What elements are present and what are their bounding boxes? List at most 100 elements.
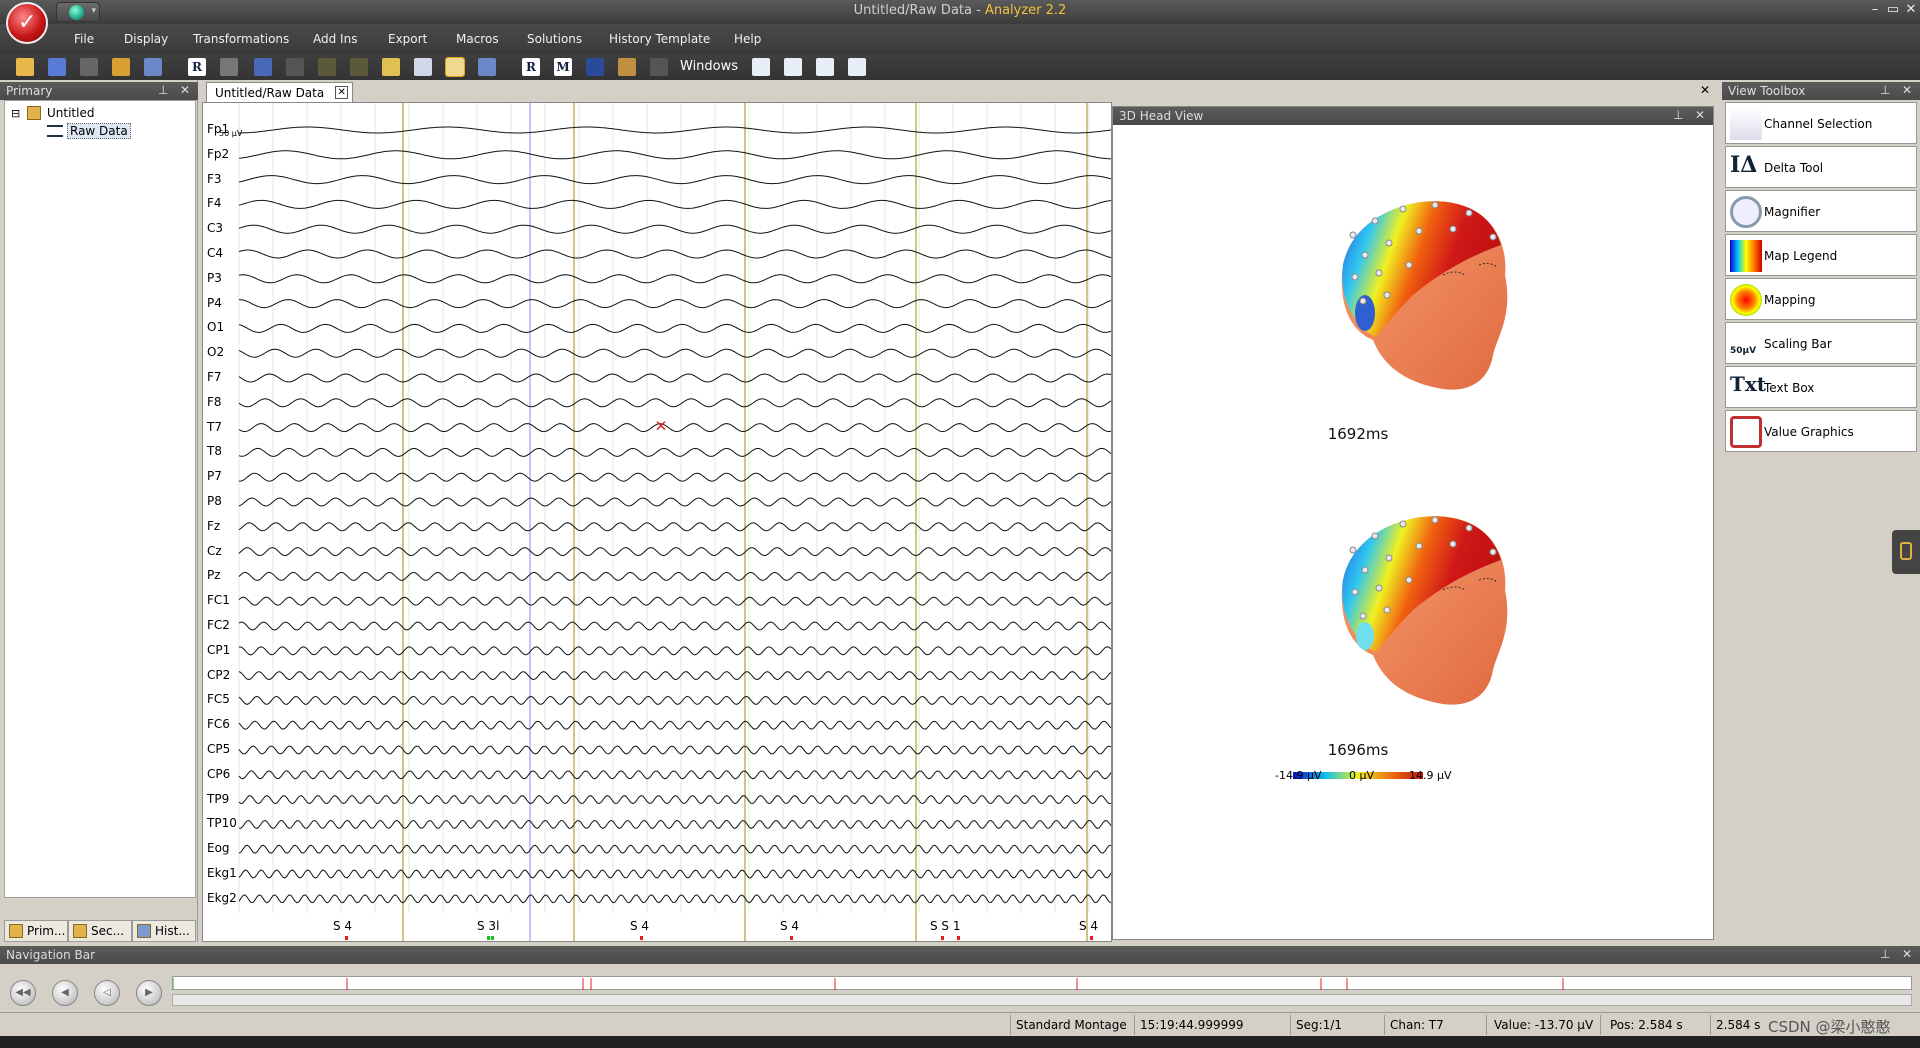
channel-label[interactable]: Fp2 [207,147,229,161]
close-icon[interactable]: ✕ [1902,947,1912,961]
tab-secondary[interactable]: Sec... [68,920,132,942]
channel-label[interactable]: TP10 [207,816,237,830]
channel-label[interactable]: Eog [207,841,230,855]
wave-icon[interactable] [254,58,272,76]
windows-label[interactable]: Windows [680,59,738,74]
tool-text-box[interactable]: Txt Text Box [1725,366,1917,408]
minimize-button[interactable]: – [1868,2,1882,17]
tool-delta-tool[interactable]: IΔ Delta Tool [1725,146,1917,188]
grid-icon[interactable] [478,58,496,76]
channel-label[interactable]: CP6 [207,767,230,781]
channel-label[interactable]: Pz [207,568,221,582]
channel-label[interactable]: Fp1 [207,122,229,136]
tree-expander-icon[interactable]: ⊟ [11,107,20,120]
navigation-track[interactable] [172,976,1912,990]
maximize-button[interactable]: ▭ [1886,2,1900,17]
segment-icon[interactable] [220,58,238,76]
app-menu-orb-icon[interactable]: ✓ [6,2,48,44]
channel-label[interactable]: CP1 [207,643,230,657]
channel-label[interactable]: FC1 [207,593,230,607]
menu-history-template[interactable]: History Template [609,32,710,46]
eeg-traces[interactable] [203,103,1112,942]
transform-icon[interactable] [48,58,66,76]
close-document-icon[interactable]: ✕ [1700,83,1710,97]
pin-icon[interactable]: ⊥ [1880,83,1890,97]
menu-export[interactable]: Export [388,32,427,46]
channel-label[interactable]: F7 [207,370,222,384]
channel-label[interactable]: C4 [207,246,223,260]
r-button-icon[interactable]: R [188,58,206,76]
overview-icon[interactable] [414,58,432,76]
tree-item-untitled[interactable]: Untitled [47,106,94,120]
channel-label[interactable]: P3 [207,271,222,285]
navigation-scrollbar[interactable] [172,994,1912,1006]
channel-label[interactable]: F8 [207,395,222,409]
settings-icon[interactable] [618,58,636,76]
channel-label[interactable]: F4 [207,196,222,210]
eeg-view-icon[interactable] [445,57,465,77]
display-settings-icon[interactable] [144,58,162,76]
channel-label[interactable]: O2 [207,345,224,359]
pin-icon[interactable]: ⊥ [1880,947,1890,961]
channel-label[interactable]: Cz [207,544,222,558]
menu-add-ins[interactable]: Add Ins [313,32,357,46]
close-icon[interactable]: ✕ [1695,108,1705,122]
book-icon[interactable] [586,58,604,76]
tool-magnifier[interactable]: Magnifier [1725,190,1917,232]
open-icon[interactable] [16,58,34,76]
close-icon[interactable]: ✕ [1902,83,1912,97]
menu-transformations[interactable]: Transformations [193,32,289,46]
quick-access-globe-icon[interactable]: ▾ [56,2,100,22]
window-cascade-icon[interactable] [784,58,802,76]
side-dock-icon[interactable] [1892,530,1920,574]
close-tab-icon[interactable]: ✕ [335,86,349,99]
channel-label[interactable]: Ekg1 [207,866,237,880]
pin-icon[interactable]: ⊥ [1673,108,1683,122]
menu-macros[interactable]: Macros [456,32,499,46]
channel-label[interactable]: TP9 [207,792,229,806]
channel-label[interactable]: CP2 [207,668,230,682]
search-icon[interactable] [112,58,130,76]
nav-prev-page-icon[interactable]: ◀ [52,980,78,1006]
document-tab[interactable]: Untitled/Raw Data ✕ [206,82,354,102]
marker-icon[interactable] [382,58,400,76]
window-new-icon[interactable] [752,58,770,76]
tool-mapping[interactable]: Mapping [1725,278,1917,320]
channel-label[interactable]: FC6 [207,717,230,731]
tree-item-raw-data[interactable]: Raw Data [67,123,131,139]
menu-solutions[interactable]: Solutions [527,32,582,46]
menu-file[interactable]: File [74,32,94,46]
channel-label[interactable]: P7 [207,469,222,483]
menu-display[interactable]: Display [124,32,168,46]
tab-history[interactable]: Hist... [132,920,196,942]
nav-first-icon[interactable]: ◀◀ [10,980,36,1006]
channel-label[interactable]: T7 [207,420,222,434]
channel-label[interactable]: CP5 [207,742,230,756]
channel-label[interactable]: F3 [207,172,222,186]
channel-label[interactable]: P4 [207,296,222,310]
channel-label[interactable]: P8 [207,494,222,508]
channel-label[interactable]: C3 [207,221,223,235]
menu-help[interactable]: Help [734,32,761,46]
eeg-view[interactable]: 50 µV Fp1 Fp2 F3 F4 C3 C4 P3 P4 O1 O2 F7 F8 T7 T8 P7 P8… [202,102,1112,942]
tool-scaling-bar[interactable]: 50µV Scaling Bar [1725,322,1917,364]
tool-value-graphics[interactable]: Value Graphics [1725,410,1917,452]
r-view-icon[interactable]: R [522,58,540,76]
channel-label[interactable]: Ekg2 [207,891,237,905]
channel-label[interactable]: T8 [207,444,222,458]
channel-label[interactable]: O1 [207,320,224,334]
pin-icon[interactable]: ⊥ [158,83,168,97]
window-tile-horizontal-icon[interactable] [816,58,834,76]
channel-label[interactable]: FC5 [207,692,230,706]
close-icon[interactable]: ✕ [180,83,190,97]
close-window-button[interactable]: ✕ [1904,2,1918,17]
nav-next-icon[interactable]: ▶ [136,980,162,1006]
nav-prev-icon[interactable]: ◁ [94,980,120,1006]
window-tile-vertical-icon[interactable] [848,58,866,76]
channel-label[interactable]: FC2 [207,618,230,632]
channel-label[interactable]: Fz [207,519,220,533]
tool-map-legend[interactable]: Map Legend [1725,234,1917,276]
m-view-icon[interactable]: M [554,58,572,76]
tab-primary[interactable]: Prim... [4,920,68,942]
tool-channel-selection[interactable]: Channel Selection [1725,102,1917,144]
